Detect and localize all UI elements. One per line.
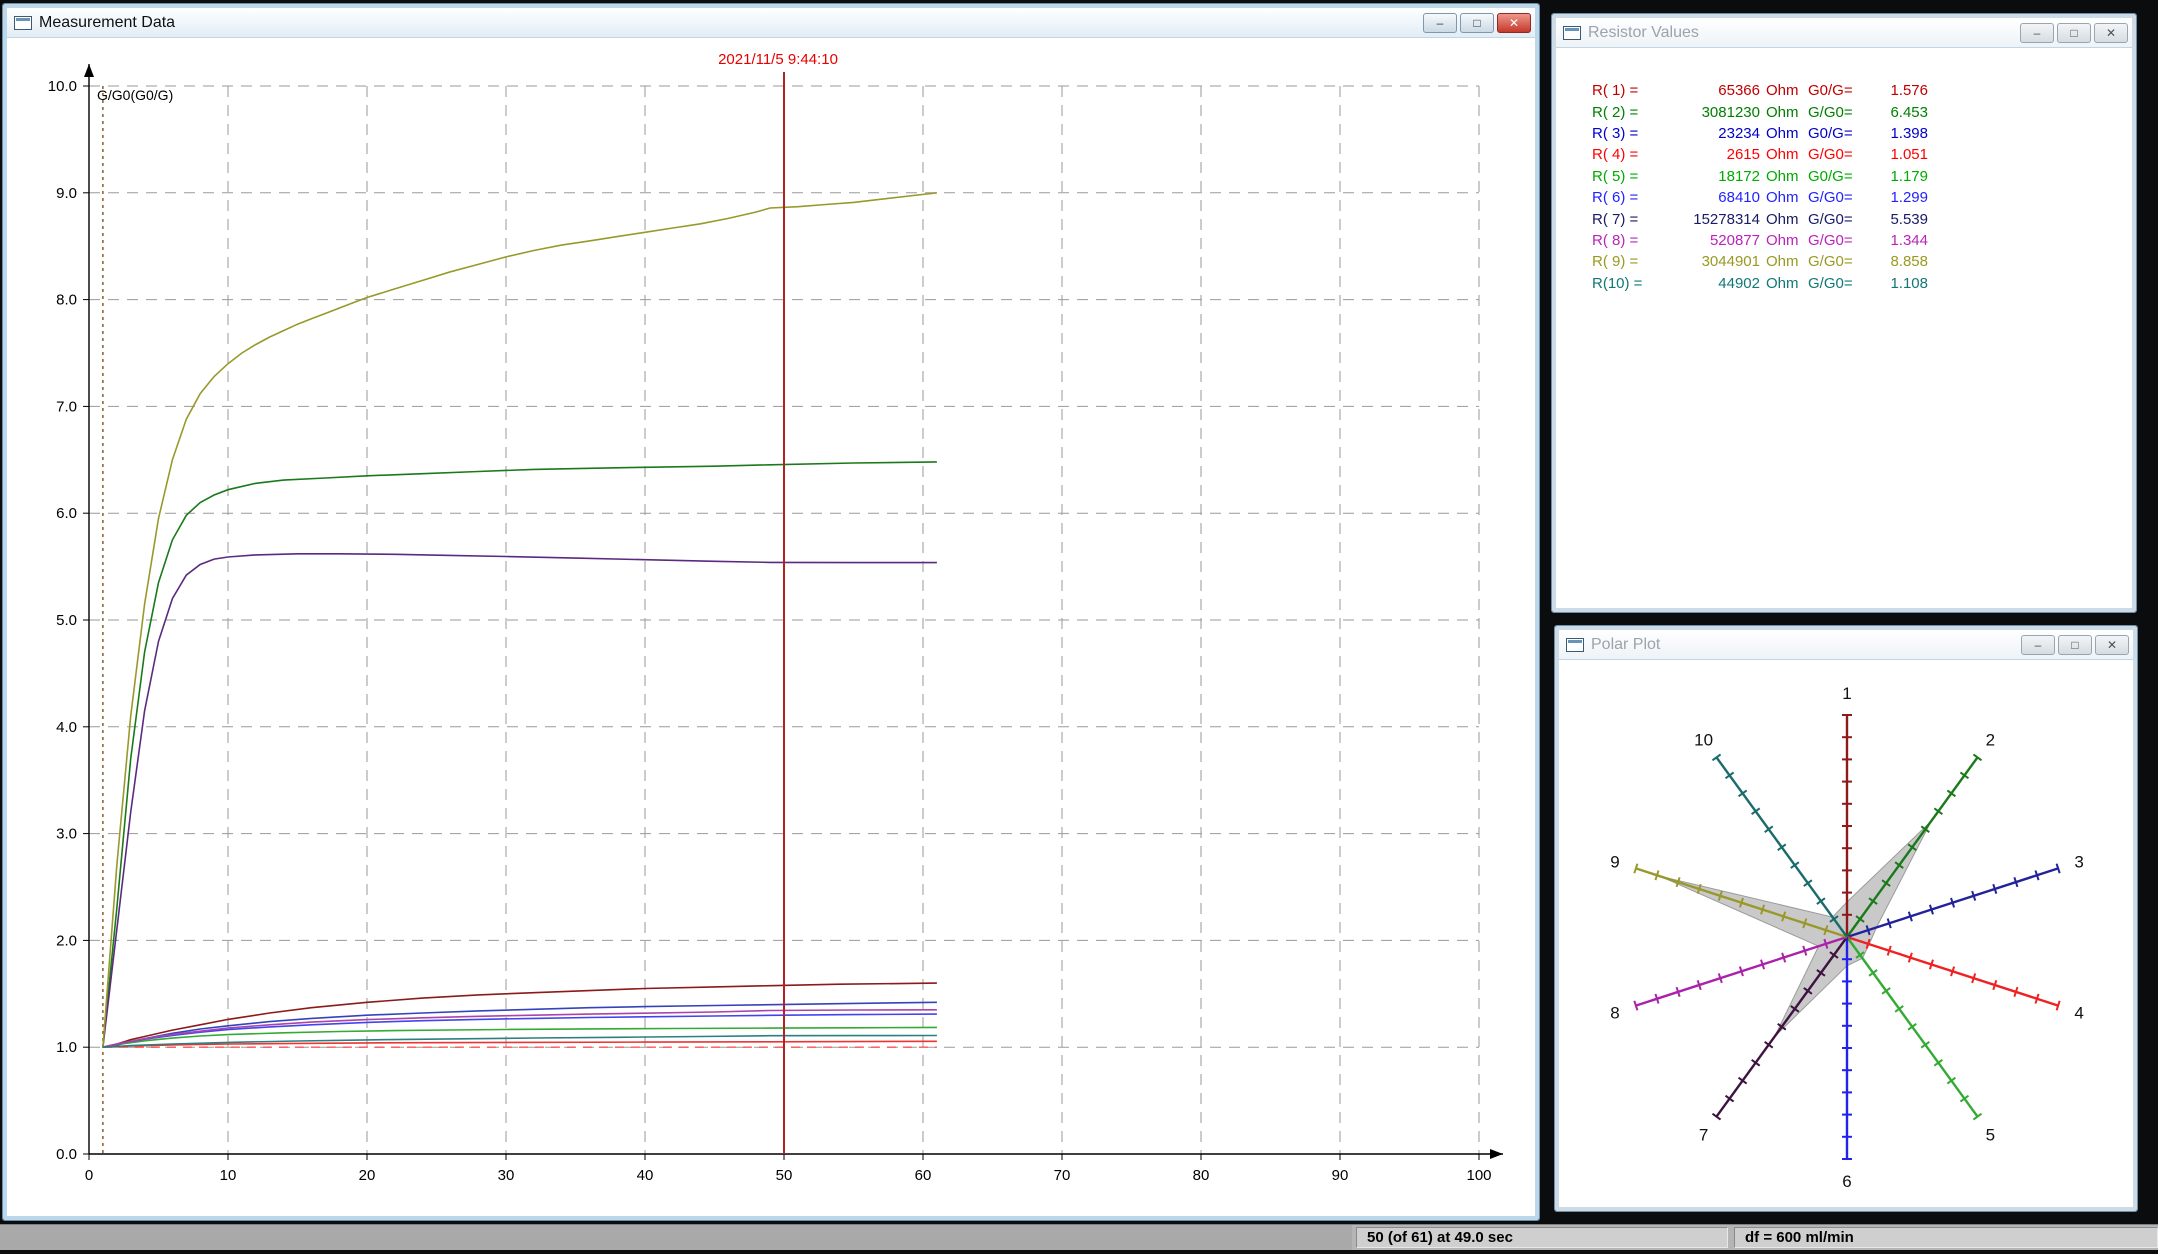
polar-window-controls: – □ ✕ [2018,635,2129,655]
svg-text:0.0: 0.0 [56,1146,77,1163]
resistor-row: R( 7) =15278314OhmG/G0=5.539 [1592,208,2132,229]
resistor-list: R( 1) =65366OhmG0/G=1.576R( 2) =3081230O… [1556,48,2132,294]
resistor-titlebar[interactable]: Resistor Values – □ ✕ [1556,18,2132,48]
polar-titlebar[interactable]: Polar Plot – □ ✕ [1559,630,2133,660]
svg-text:1.0: 1.0 [56,1039,77,1056]
svg-text:7: 7 [1699,1125,1708,1144]
minimize-button[interactable]: – [1423,13,1457,33]
svg-text:5: 5 [1986,1125,1995,1144]
minimize-button[interactable]: – [2020,23,2054,43]
close-button[interactable]: ✕ [2095,635,2129,655]
svg-text:2: 2 [1986,731,1995,750]
svg-text:9: 9 [1610,853,1619,872]
svg-text:8: 8 [1610,1003,1619,1022]
resistor-window: Resistor Values – □ ✕ R( 1) =65366OhmG0/… [1552,14,2136,612]
polar-plot: 1 2 3 4 5 6 7 8 9 10 [1559,660,2133,1207]
close-button[interactable]: ✕ [2094,23,2128,43]
measurement-chart[interactable]: 0 10 20 30 40 50 60 70 80 90 100 0.0 1.0 2.0 3.0 4.0 5.0… [7,38,1535,1216]
status-flow-panel: df = 600 ml/min [1734,1227,2158,1248]
polar-client: 1 2 3 4 5 6 7 8 9 10 [1559,660,2133,1207]
measurement-window: Measurement Data – □ ✕ 0 10 20 30 40 50 60 70 80… [3,4,1539,1220]
svg-text:60: 60 [915,1167,932,1184]
polar-window: Polar Plot – □ ✕ 1 2 3 4 5 6 7 8 9 10 [1555,626,2137,1211]
maximize-button[interactable]: □ [1460,13,1494,33]
status-progress-panel: 50 (of 61) at 49.0 sec [1356,1227,1728,1248]
resistor-row: R( 6) =68410OhmG/G0=1.299 [1592,187,2132,208]
measurement-window-controls: – □ ✕ [1420,13,1531,33]
svg-text:70: 70 [1054,1167,1071,1184]
svg-text:2.0: 2.0 [56,932,77,949]
measurement-titlebar[interactable]: Measurement Data – □ ✕ [7,8,1535,38]
svg-text:3.0: 3.0 [56,826,77,843]
svg-text:2021/11/5 9:44:10: 2021/11/5 9:44:10 [718,51,838,68]
svg-text:10: 10 [1694,731,1713,750]
resistor-row: R( 1) =65366OhmG0/G=1.576 [1592,80,2132,101]
svg-text:50: 50 [776,1167,793,1184]
svg-text:4: 4 [2074,1003,2083,1022]
svg-text:20: 20 [359,1167,376,1184]
svg-text:1: 1 [1842,684,1851,703]
resistor-row: R( 9) =3044901OhmG/G0=8.858 [1592,251,2132,272]
svg-text:6.0: 6.0 [56,505,77,522]
svg-text:7.0: 7.0 [56,398,77,415]
maximize-button[interactable]: □ [2058,635,2092,655]
app-icon [1566,638,1584,652]
resistor-window-controls: – □ ✕ [2017,23,2128,43]
svg-text:6: 6 [1842,1172,1851,1191]
status-left-area [0,1225,1352,1250]
svg-text:80: 80 [1193,1167,1210,1184]
svg-text:40: 40 [637,1167,654,1184]
minimize-button[interactable]: – [2021,635,2055,655]
svg-text:9.0: 9.0 [56,185,77,202]
app-icon [1563,26,1581,40]
svg-text:5.0: 5.0 [56,612,77,629]
resistor-row: R( 8) =520877OhmG/G0=1.344 [1592,230,2132,251]
resistor-row: R(10) =44902OhmG/G0=1.108 [1592,273,2132,294]
resistor-client: R( 1) =65366OhmG0/G=1.576R( 2) =3081230O… [1556,48,2132,608]
app-icon [14,16,32,30]
svg-text:3: 3 [2074,853,2083,872]
svg-text:0: 0 [85,1167,93,1184]
status-flow-text: df = 600 ml/min [1745,1229,1854,1246]
svg-text:4.0: 4.0 [56,719,77,736]
svg-text:10.0: 10.0 [48,78,77,95]
svg-text:100: 100 [1466,1167,1491,1184]
measurement-window-title: Measurement Data [39,14,175,32]
maximize-button[interactable]: □ [2057,23,2091,43]
measurement-client: 0 10 20 30 40 50 60 70 80 90 100 0.0 1.0 2.0 3.0 4.0 5.0… [7,38,1535,1216]
resistor-window-title: Resistor Values [1588,24,1699,42]
resistor-row: R( 3) =23234OhmG0/G=1.398 [1592,123,2132,144]
status-bar: 50 (of 61) at 49.0 sec df = 600 ml/min [0,1224,2158,1250]
status-progress-text: 50 (of 61) at 49.0 sec [1367,1229,1513,1246]
svg-text:G/G0(G0/G): G/G0(G0/G) [97,87,173,103]
polar-window-title: Polar Plot [1591,636,1660,654]
svg-text:30: 30 [498,1167,515,1184]
resistor-row: R( 4) =2615OhmG/G0=1.051 [1592,144,2132,165]
resistor-row: R( 5) =18172OhmG0/G=1.179 [1592,166,2132,187]
close-button[interactable]: ✕ [1497,13,1531,33]
svg-text:90: 90 [1332,1167,1349,1184]
resistor-row: R( 2) =3081230OhmG/G0=6.453 [1592,101,2132,122]
svg-text:8.0: 8.0 [56,292,77,309]
svg-text:10: 10 [220,1167,237,1184]
